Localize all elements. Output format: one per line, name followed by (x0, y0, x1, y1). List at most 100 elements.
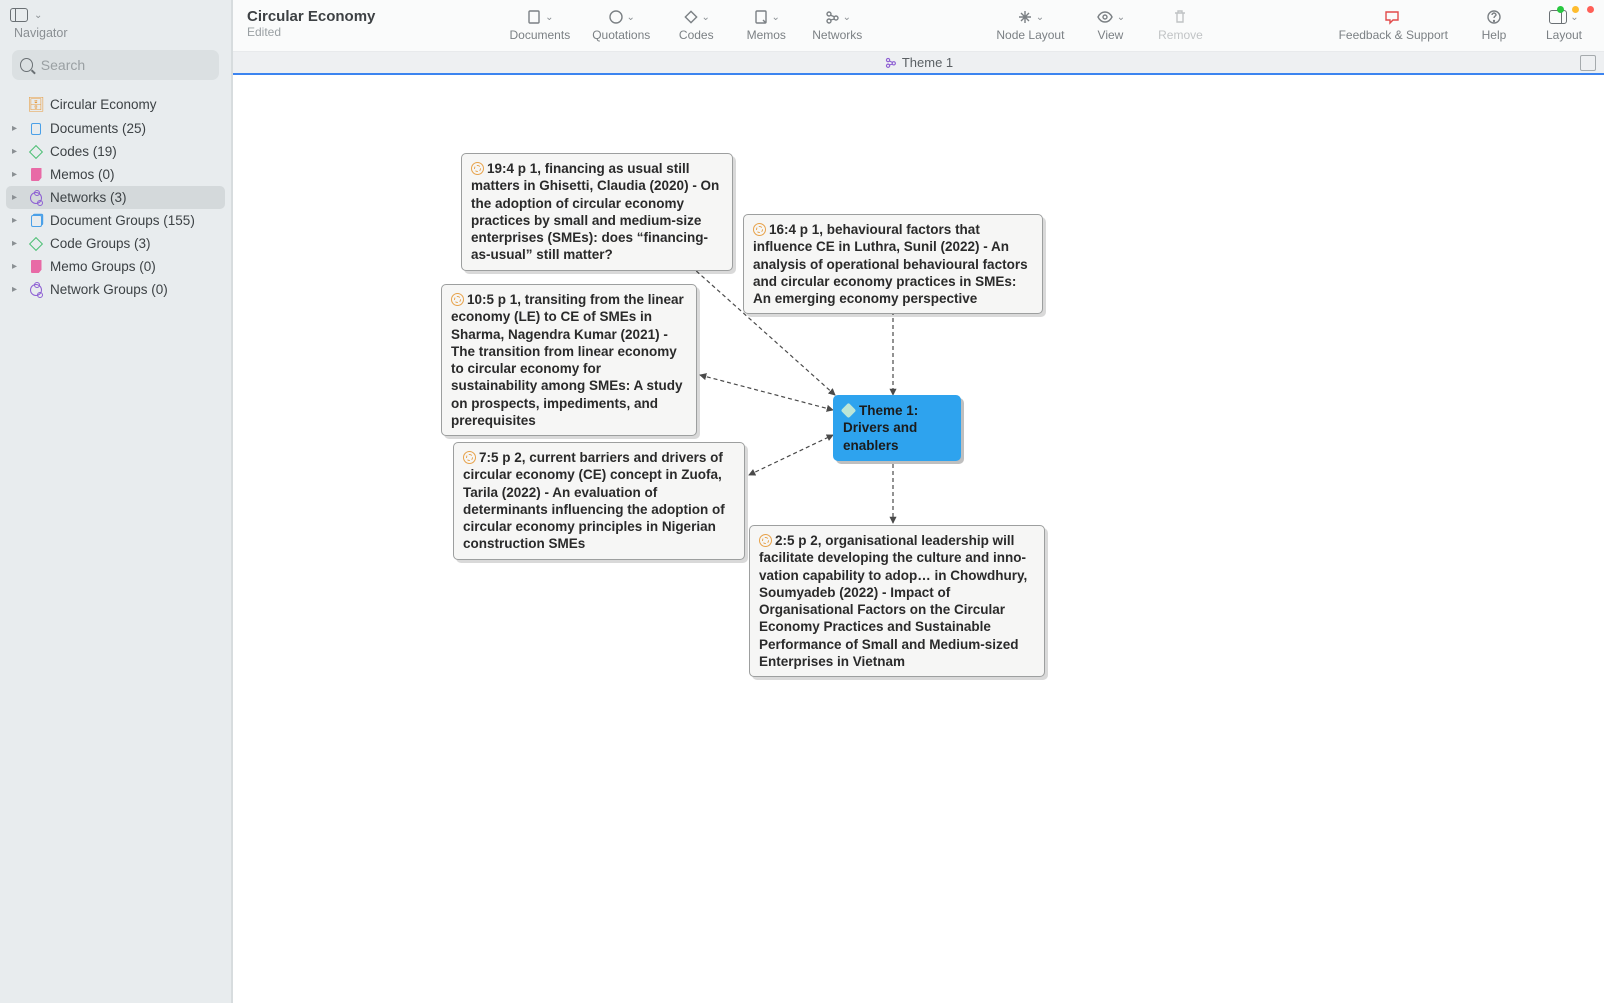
toolbar-label: Memos (747, 28, 786, 42)
sidebar-item-label: Codes (19) (50, 144, 117, 159)
node-text: 7:5 p 2, current barriers and drivers of… (463, 450, 725, 551)
quotation-node[interactable]: 10:5 p 1, transiting from the linear eco… (441, 284, 697, 436)
code-node-theme1[interactable]: Theme 1: Drivers and enablers (833, 395, 961, 461)
traffic-red[interactable] (1587, 6, 1594, 13)
quotation-node[interactable]: 7:5 p 2, current barriers and drivers of… (453, 442, 745, 560)
toolbar-label: Feedback & Support (1339, 28, 1448, 42)
toolbar-label: Quotations (592, 28, 650, 42)
networks-button[interactable]: ⌄ Networks (812, 8, 862, 42)
navigator-title: Navigator (0, 26, 231, 46)
quotation-node[interactable]: 19:4 p 1, financing as usual still matte… (461, 153, 733, 271)
node-text: 10:5 p 1, transiting from the linear eco… (451, 292, 684, 428)
document-group-icon (31, 215, 42, 227)
document-icon (31, 123, 41, 135)
network-icon (824, 9, 840, 25)
feedback-button[interactable]: Feedback & Support (1339, 8, 1448, 42)
memo-icon (31, 168, 42, 181)
briefcase-icon: 🗄 (28, 96, 44, 113)
search-icon (20, 58, 33, 72)
documents-button[interactable]: ⌄ Documents (510, 8, 571, 42)
toolbar-label: View (1098, 28, 1124, 42)
trash-icon (1172, 9, 1188, 25)
sidebar-item-code-groups[interactable]: ▸ Code Groups (3) (6, 232, 225, 255)
network-icon (884, 56, 897, 69)
memo-icon (753, 9, 769, 25)
node-text: 19:4 p 1, financing as usual still matte… (471, 161, 719, 262)
diamond-icon (841, 403, 857, 419)
feedback-icon (1384, 9, 1402, 25)
tab-label[interactable]: Theme 1 (902, 55, 953, 70)
sidebar-item-project[interactable]: ▸🗄 Circular Economy (6, 92, 225, 117)
diamond-icon (29, 236, 43, 250)
toolbar-label: Layout (1546, 28, 1582, 42)
toolbar: Circular Economy Edited ⌄ Documents ⌄ Qu… (233, 0, 1604, 52)
navigator-tree: ▸🗄 Circular Economy ▸ Documents (25) ▸ C… (0, 88, 231, 305)
sidebar-item-memos[interactable]: ▸ Memos (0) (6, 163, 225, 186)
document-icon (526, 9, 542, 25)
quotation-icon (471, 162, 484, 175)
chevron-down-icon[interactable]: ⌄ (34, 10, 42, 21)
sidebar-item-label: Network Groups (0) (50, 282, 168, 297)
search-input[interactable] (12, 50, 219, 80)
project-title: Circular Economy (247, 8, 375, 25)
sidebar-item-label: Networks (3) (50, 190, 127, 205)
node-layout-button[interactable]: ⌄ Node Layout (996, 8, 1064, 42)
network-tab-bar: Theme 1 (233, 52, 1604, 75)
eye-icon (1096, 9, 1114, 25)
window-controls (1557, 6, 1594, 13)
toolbar-label: Networks (812, 28, 862, 42)
diamond-icon (29, 144, 43, 158)
sidebar-item-documents[interactable]: ▸ Documents (25) (6, 117, 225, 140)
quotation-icon (463, 451, 476, 464)
quotations-button[interactable]: ⌄ Quotations (592, 8, 650, 42)
help-icon (1486, 9, 1502, 25)
quotation-node[interactable]: 16:4 p 1, behavioural factors that influ… (743, 214, 1043, 314)
toolbar-label: Remove (1158, 28, 1203, 42)
network-icon (30, 284, 42, 296)
panel-toggle-icon[interactable] (10, 8, 28, 22)
quotation-icon (753, 223, 766, 236)
node-text: 16:4 p 1, behavioural factors that influ… (753, 222, 1028, 306)
diamond-icon (683, 9, 699, 25)
navigator-sidebar: ⌄ Navigator ▸🗄 Circular Economy ▸ Docume… (0, 0, 232, 1003)
snowflake-icon (1017, 9, 1033, 25)
toolbar-label: Help (1482, 28, 1507, 42)
network-icon (30, 192, 42, 204)
toolbar-group-view: ⌄ Node Layout ⌄ View Remove (996, 8, 1204, 42)
help-button[interactable]: Help (1470, 8, 1518, 42)
project-status: Edited (247, 25, 375, 39)
sidebar-item-networks[interactable]: ▸ Networks (3) (6, 186, 225, 209)
sidebar-item-label: Documents (25) (50, 121, 146, 136)
traffic-green[interactable] (1557, 6, 1564, 13)
sidebar-item-label: Memo Groups (0) (50, 259, 156, 274)
codes-button[interactable]: ⌄ Codes (672, 8, 720, 42)
sidebar-item-codes[interactable]: ▸ Codes (19) (6, 140, 225, 163)
sidebar-item-doc-groups[interactable]: ▸ Document Groups (155) (6, 209, 225, 232)
sidebar-item-label: Code Groups (3) (50, 236, 151, 251)
sidebar-item-label: Memos (0) (50, 167, 115, 182)
node-text: 2:5 p 2, organisational leadership will … (759, 533, 1027, 669)
traffic-yellow[interactable] (1572, 6, 1579, 13)
sidebar-item-memo-groups[interactable]: ▸ Memo Groups (0) (6, 255, 225, 278)
panel-split-icon[interactable] (1580, 55, 1596, 71)
network-canvas[interactable]: 19:4 p 1, financing as usual still matte… (233, 75, 1604, 1003)
sidebar-item-label: Circular Economy (50, 97, 157, 112)
quotation-icon (451, 293, 464, 306)
remove-button[interactable]: Remove (1156, 8, 1204, 42)
quotation-icon (608, 9, 624, 25)
sidebar-item-label: Document Groups (155) (50, 213, 195, 228)
toolbar-group-help: Feedback & Support Help ⌄ Layout (1339, 8, 1588, 42)
toolbar-label: Documents (510, 28, 571, 42)
view-button[interactable]: ⌄ View (1086, 8, 1134, 42)
toolbar-label: Node Layout (996, 28, 1064, 42)
search-field[interactable] (39, 56, 211, 74)
main-area: Circular Economy Edited ⌄ Documents ⌄ Qu… (232, 0, 1604, 1003)
quotation-icon (759, 534, 772, 547)
layout-button[interactable]: ⌄ Layout (1540, 8, 1588, 42)
quotation-node[interactable]: 2:5 p 2, organisational leadership will … (749, 525, 1045, 677)
memos-button[interactable]: ⌄ Memos (742, 8, 790, 42)
sidebar-item-network-groups[interactable]: ▸ Network Groups (0) (6, 278, 225, 301)
memo-icon (31, 260, 42, 273)
toolbar-label: Codes (679, 28, 714, 42)
toolbar-group-insert: ⌄ Documents ⌄ Quotations ⌄ Codes ⌄ Memos… (510, 8, 863, 42)
